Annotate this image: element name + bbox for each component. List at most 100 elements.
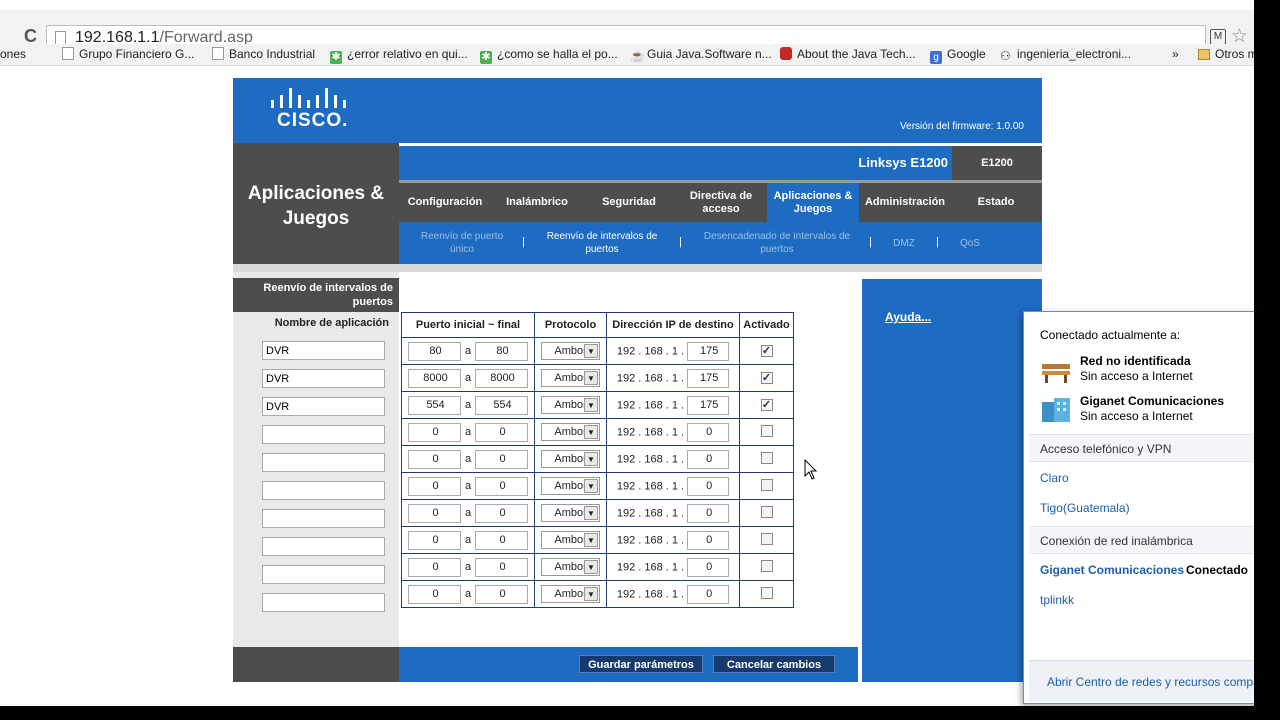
bookmark-item[interactable]: Grupo Financiero G...	[62, 47, 194, 61]
dialup-item-tigo[interactable]: Tigo(Guatemala)	[1040, 501, 1130, 515]
bookmark-item[interactable]: ✱ ¿error relativo en qui...	[330, 47, 468, 64]
ip-prefix: 192 . 168 . 1 .	[616, 534, 685, 546]
app-name-input[interactable]: DVR	[262, 369, 385, 388]
protocol-select[interactable]: Ambos ▼	[541, 342, 600, 360]
tab-0[interactable]: Configuración	[399, 183, 491, 222]
bookmark-item[interactable]: ⚇ ingenieria_electroni...	[1000, 47, 1131, 63]
start-port-input[interactable]: 0	[408, 449, 461, 469]
bookmark-item[interactable]: Banco Industrial	[212, 47, 315, 61]
subtab-3[interactable]: DMZ	[877, 222, 931, 264]
tab-3[interactable]: Directiva de acceso	[675, 183, 767, 222]
wireless-item-giganet[interactable]: Giganet Comunicaciones	[1040, 563, 1184, 577]
extension-icon[interactable]: M	[1210, 29, 1226, 45]
protocol-select[interactable]: Ambos ▼	[541, 396, 600, 414]
start-port-input[interactable]: 0	[408, 503, 461, 523]
end-port-input[interactable]: 0	[475, 422, 528, 442]
help-link[interactable]: Ayuda...	[885, 310, 931, 324]
cancel-button[interactable]: Cancelar cambios	[713, 655, 835, 673]
range-separator: a	[464, 480, 472, 492]
app-name-header: Nombre de aplicación	[274, 317, 389, 329]
end-port-input[interactable]: 0	[475, 584, 528, 604]
app-name-input[interactable]	[262, 481, 385, 500]
bookmark-item[interactable]: Otros m	[1198, 47, 1254, 61]
ip-last-octet-input[interactable]: 0	[687, 530, 730, 550]
end-port-input[interactable]: 0	[475, 503, 528, 523]
protocol-select[interactable]: Ambos ▼	[541, 585, 600, 603]
bookmark-label: Otros m	[1215, 47, 1254, 61]
end-port-input[interactable]: 0	[475, 476, 528, 496]
start-port-input[interactable]: 0	[408, 476, 461, 496]
enabled-checkbox[interactable]: ✓	[760, 399, 773, 411]
protocol-select[interactable]: Ambos ▼	[541, 423, 600, 441]
subtab-0[interactable]: Reenvío de puerto único	[419, 222, 505, 264]
tab-2[interactable]: Seguridad	[583, 183, 675, 222]
app-name-input[interactable]: DVR	[262, 341, 385, 360]
ip-last-octet-input[interactable]: 0	[687, 476, 730, 496]
network-name: Red no identificada	[1080, 354, 1191, 368]
network-center-link[interactable]: Abrir Centro de redes y recursos compa	[1047, 675, 1254, 689]
enabled-checkbox[interactable]: ✓	[760, 345, 773, 357]
end-port-input[interactable]: 0	[475, 557, 528, 577]
bookmark-item[interactable]: ☕ Guia Java.Software n...	[630, 47, 772, 63]
protocol-select[interactable]: Ambos ▼	[541, 450, 600, 468]
end-port-input[interactable]: 554	[475, 395, 528, 415]
bookmark-item[interactable]: ones	[0, 47, 26, 61]
end-port-input[interactable]: 0	[475, 530, 528, 550]
end-port-input[interactable]: 0	[475, 449, 528, 469]
enabled-checkbox[interactable]	[760, 505, 773, 518]
start-port-input[interactable]: 0	[408, 422, 461, 442]
ip-last-octet-input[interactable]: 175	[687, 395, 730, 415]
protocol-select[interactable]: Ambos ▼	[541, 477, 600, 495]
app-name-input[interactable]: DVR	[262, 397, 385, 416]
start-port-input[interactable]: 554	[408, 395, 461, 415]
enabled-checkbox[interactable]	[760, 451, 773, 464]
tab-6[interactable]: Estado	[950, 183, 1042, 222]
enabled-checkbox[interactable]: ✓	[760, 372, 773, 384]
app-name-input[interactable]	[262, 537, 385, 556]
start-port-input[interactable]: 0	[408, 584, 461, 604]
ip-last-octet-input[interactable]: 0	[687, 503, 730, 523]
subtab-4[interactable]: QoS	[944, 222, 996, 264]
enabled-checkbox[interactable]	[760, 559, 773, 572]
enabled-checkbox[interactable]	[760, 586, 773, 599]
chevron-down-icon: ▼	[584, 587, 598, 601]
subtab-1[interactable]: Reenvío de intervalos de puertos	[542, 222, 662, 264]
app-name-input[interactable]	[262, 565, 385, 584]
protocol-select[interactable]: Ambos ▼	[541, 531, 600, 549]
start-port-input[interactable]: 0	[408, 557, 461, 577]
dialup-item-claro[interactable]: Claro	[1040, 471, 1069, 485]
enabled-checkbox[interactable]	[760, 478, 773, 491]
save-button[interactable]: Guardar parámetros	[579, 655, 703, 673]
ip-last-octet-input[interactable]: 0	[687, 584, 730, 604]
start-port-input[interactable]: 80	[408, 341, 461, 361]
tab-4[interactable]: Aplicaciones & Juegos	[767, 183, 859, 222]
end-port-input[interactable]: 80	[475, 341, 528, 361]
ip-last-octet-input[interactable]: 175	[687, 368, 730, 388]
app-name-input[interactable]	[262, 425, 385, 444]
bookmark-item[interactable]: »	[1172, 47, 1179, 61]
ip-last-octet-input[interactable]: 175	[687, 341, 730, 361]
start-port-input[interactable]: 8000	[408, 368, 461, 388]
bookmark-item[interactable]: ✱ ¿como se halla el po...	[480, 47, 618, 64]
protocol-select[interactable]: Ambos ▼	[541, 504, 600, 522]
ip-last-octet-input[interactable]: 0	[687, 422, 730, 442]
page-icon	[55, 31, 66, 45]
bookmark-item[interactable]: About the Java Tech...	[780, 47, 916, 61]
start-port-input[interactable]: 0	[408, 530, 461, 550]
bookmark-item[interactable]: g Google	[930, 47, 986, 64]
end-port-input[interactable]: 8000	[475, 368, 528, 388]
app-name-input[interactable]	[262, 453, 385, 472]
app-name-input[interactable]	[262, 509, 385, 528]
protocol-select[interactable]: Ambos ▼	[541, 369, 600, 387]
wireless-item-tplinkk[interactable]: tplinkk	[1040, 593, 1074, 607]
tab-1[interactable]: Inalámbrico	[491, 183, 583, 222]
protocol-select[interactable]: Ambos ▼	[541, 558, 600, 576]
enabled-checkbox[interactable]	[760, 532, 773, 545]
enabled-checkbox[interactable]	[760, 424, 773, 437]
ip-last-octet-input[interactable]: 0	[687, 557, 730, 577]
tab-5[interactable]: Administración	[859, 183, 951, 222]
app-name-input[interactable]	[262, 593, 385, 612]
ip-last-octet-input[interactable]: 0	[687, 449, 730, 469]
bookmark-label: »	[1172, 47, 1179, 61]
subtab-2[interactable]: Desencadenado de intervalos de puertos	[692, 222, 862, 264]
